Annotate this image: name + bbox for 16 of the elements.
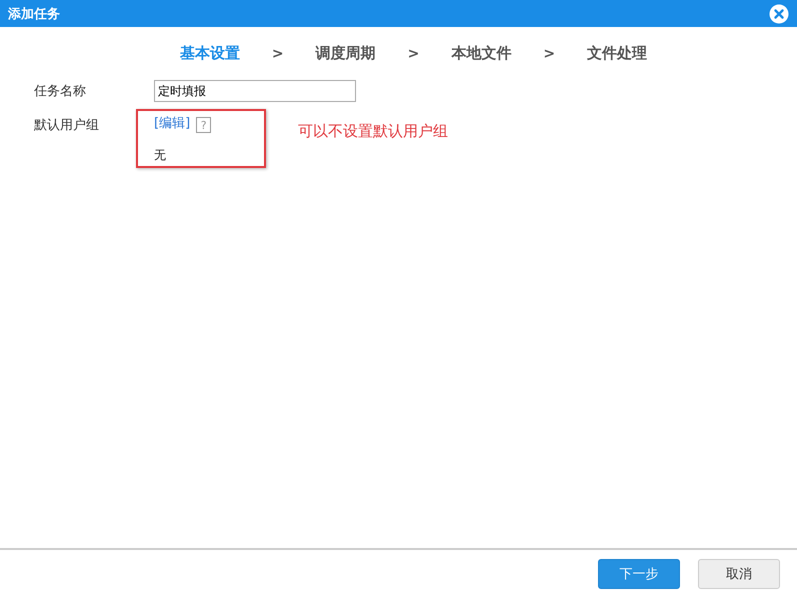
step-tab[interactable]: 文件处理	[587, 44, 648, 63]
step-separator: >	[272, 46, 284, 62]
step-separator: >	[408, 46, 420, 62]
step-tab[interactable]: 基本设置	[180, 44, 240, 63]
close-icon[interactable]	[769, 4, 789, 24]
annotation-text: 可以不设置默认用户组	[298, 122, 448, 141]
edit-link[interactable]: [编辑]	[154, 114, 190, 132]
step-tab[interactable]: 本地文件	[451, 44, 512, 63]
user-group-value: 无	[154, 147, 167, 164]
task-name-field[interactable]: 定时填报	[154, 80, 356, 102]
cancel-button[interactable]: 取消	[698, 558, 780, 588]
field-label: 任务名称	[34, 83, 87, 100]
step-separator: >	[543, 46, 556, 62]
window-title: 添加任务	[8, 6, 60, 22]
step-tab[interactable]: 调度周期	[316, 44, 376, 63]
field-label: 默认用户组	[34, 117, 100, 134]
